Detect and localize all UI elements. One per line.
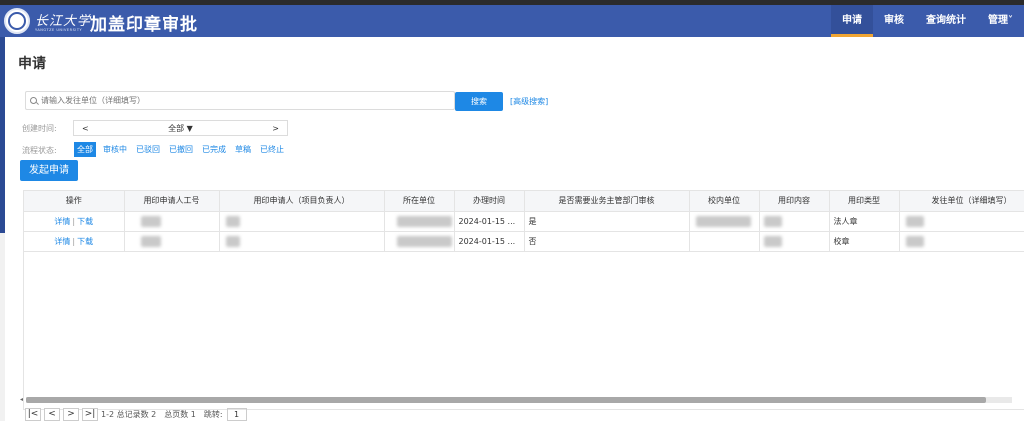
page-title: 申请 (18, 56, 46, 72)
col-target-unit[interactable]: 发往单位（详细填写） (899, 191, 1024, 212)
top-nav: 申请 审核 查询统计 管理˅ (831, 5, 1024, 37)
need-review-cell: 否 (524, 231, 690, 252)
department-cell (384, 231, 455, 252)
internal-unit-cell (689, 231, 760, 252)
nav-review[interactable]: 审核 (873, 5, 915, 37)
status-rejected[interactable]: 已驳回 (134, 143, 162, 156)
target-unit-cell (899, 231, 1024, 252)
date-filter: < 全部 ▼ > (73, 120, 288, 136)
col-seal-type[interactable]: 用印类型 (829, 191, 900, 212)
prev-page-button[interactable]: < (44, 408, 60, 421)
detail-link[interactable]: 详情 (54, 237, 70, 246)
university-logo-text: 长江大学 (35, 14, 92, 29)
seal-content-cell (759, 211, 830, 232)
redacted-value (695, 215, 751, 227)
process-time-cell: 2024-01-15 ... (454, 231, 525, 252)
need-review-cell: 是 (524, 211, 690, 232)
status-filter-label: 流程状态: (22, 146, 57, 155)
search-input[interactable] (41, 96, 441, 105)
redacted-value (140, 235, 161, 247)
seal-content-cell (759, 231, 830, 252)
main-content: 申请 搜索 [高级搜索] 创建时间: < 全部 ▼ > 流程状态: 全部 审核中… (5, 37, 1024, 421)
search-icon (30, 97, 37, 104)
university-logo-subtitle: YANGTZE UNIVERSITY (35, 28, 83, 32)
redacted-value (763, 235, 782, 247)
table-row: 详情 | 下载 2024-01-15 ... 是 法人章 (24, 211, 1024, 232)
redacted-value (763, 215, 782, 227)
search-box (25, 91, 455, 110)
last-page-button[interactable]: >| (82, 408, 98, 421)
nav-apply[interactable]: 申请 (831, 5, 873, 37)
detail-link[interactable]: 详情 (54, 217, 70, 226)
date-prev-button[interactable]: < (82, 124, 89, 133)
status-draft[interactable]: 草稿 (233, 143, 253, 156)
redacted-value (396, 215, 452, 227)
pagination: |< < > >| 1-2 总记录数 2 总页数 1 跳转: 1 (25, 408, 247, 421)
internal-unit-cell (689, 211, 760, 232)
status-completed[interactable]: 已完成 (200, 143, 228, 156)
applicant-id-cell (124, 231, 220, 252)
status-terminated[interactable]: 已终止 (258, 143, 286, 156)
separator: | (72, 236, 76, 246)
status-under-review[interactable]: 审核中 (101, 143, 129, 156)
col-department[interactable]: 所在单位 (384, 191, 455, 212)
col-applicant-id[interactable]: 用印申请人工号 (124, 191, 220, 212)
first-page-button[interactable]: |< (25, 408, 41, 421)
redacted-value (905, 215, 924, 227)
app-header: 长江大学 YANGTZE UNIVERSITY 加盖印章审批 申请 审核 查询统… (0, 5, 1024, 37)
col-process-time[interactable]: 办理时间 (454, 191, 525, 212)
process-time-cell: 2024-01-15 ... (454, 211, 525, 232)
table-header-row: 操作 用印申请人工号 用印申请人（项目负责人） 所在单位 办理时间 是否需要业务… (24, 191, 1024, 212)
record-count: 1-2 总记录数 2 (101, 410, 157, 419)
target-unit-cell (899, 211, 1024, 232)
seal-type-cell: 法人章 (829, 211, 900, 232)
redacted-value (225, 215, 240, 227)
redacted-value (396, 235, 452, 247)
col-applicant-name[interactable]: 用印申请人（项目负责人） (219, 191, 385, 212)
row-actions: 详情 | 下载 (24, 231, 125, 252)
jump-page-input[interactable]: 1 (226, 408, 247, 421)
row-actions: 详情 | 下载 (24, 211, 125, 232)
col-seal-content[interactable]: 用印内容 (759, 191, 830, 212)
start-application-button[interactable]: 发起申请 (20, 160, 78, 181)
col-need-review[interactable]: 是否需要业务主管部门审核 (524, 191, 690, 212)
applicant-id-cell (124, 211, 220, 232)
download-link[interactable]: 下载 (77, 217, 93, 226)
scrollbar-thumb[interactable] (26, 397, 986, 403)
advanced-search-link[interactable]: [高级搜索] (510, 96, 548, 107)
app-title: 加盖印章审批 (90, 15, 198, 35)
table-row: 详情 | 下载 2024-01-15 ... 否 校章 (24, 231, 1024, 252)
date-filter-label: 创建时间: (22, 124, 57, 133)
date-range-select[interactable]: 全部 ▼ (168, 123, 193, 134)
status-filter-list: 全部 审核中 已驳回 已撤回 已完成 草稿 已终止 (74, 142, 291, 157)
search-button[interactable]: 搜索 (455, 92, 503, 111)
col-actions[interactable]: 操作 (24, 191, 125, 212)
separator: | (72, 216, 76, 226)
department-cell (384, 211, 455, 232)
next-page-button[interactable]: > (63, 408, 79, 421)
jump-label: 跳转: (203, 410, 223, 419)
redacted-value (140, 215, 161, 227)
applicant-name-cell (219, 211, 385, 232)
date-next-button[interactable]: > (272, 124, 279, 133)
download-link[interactable]: 下载 (77, 237, 93, 246)
horizontal-scrollbar[interactable] (26, 397, 1012, 403)
redacted-value (905, 235, 924, 247)
nav-manage-label: 管理 (988, 15, 1008, 26)
seal-type-cell: 校章 (829, 231, 900, 252)
status-withdrawn[interactable]: 已撤回 (167, 143, 195, 156)
nav-manage[interactable]: 管理˅ (977, 5, 1024, 37)
status-all[interactable]: 全部 (74, 142, 96, 157)
col-internal-unit[interactable]: 校内单位 (689, 191, 760, 212)
applications-table: 操作 用印申请人工号 用印申请人（项目负责人） 所在单位 办理时间 是否需要业务… (23, 190, 1024, 410)
applicant-name-cell (219, 231, 385, 252)
page-count: 总页数 1 (164, 410, 196, 419)
university-seal-icon (4, 8, 30, 34)
chevron-down-icon: ˅ (1008, 15, 1013, 26)
redacted-value (225, 235, 240, 247)
nav-query-stats[interactable]: 查询统计 (915, 5, 977, 37)
